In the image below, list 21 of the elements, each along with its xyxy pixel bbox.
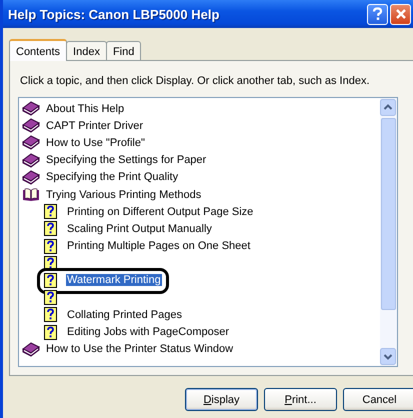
window-title: Help Topics: Canon LBP5000 Help xyxy=(8,6,220,22)
tree-item[interactable]: Watermark Printing xyxy=(66,274,162,286)
dialog-button[interactable]: Cancel xyxy=(343,388,413,411)
dialog-button[interactable]: Display xyxy=(185,388,258,411)
tree-item[interactable]: Printing Multiple Pages on One Sheet xyxy=(66,240,252,252)
tree-item[interactable]: Printing on Different Output Page Size xyxy=(66,206,254,218)
tree-item[interactable]: Editing Jobs with PageComposer xyxy=(66,326,230,338)
tab[interactable]: Contents xyxy=(9,39,68,61)
tree-item[interactable]: Specifying the Settings for Paper xyxy=(45,154,208,166)
tab[interactable]: Find xyxy=(106,41,142,60)
tab[interactable]: Index xyxy=(66,41,107,60)
tree-item[interactable]: Collating Printed Pages xyxy=(66,308,183,321)
tree-item[interactable]: CAPT Printer Driver xyxy=(45,120,144,132)
tree-item[interactable]: How to Use "Profile" xyxy=(45,136,146,149)
tree-item[interactable]: Specifying the Print Quality xyxy=(45,171,180,184)
tree-item[interactable]: Scaling Print Output Manually xyxy=(66,222,213,235)
tree-item[interactable]: How to Use the Printer Status Window xyxy=(45,343,234,356)
tree-item[interactable]: Trying Various Printing Methods xyxy=(45,188,202,201)
instruction-text: Click a topic, and then click Display. Or click another tab, such as Index. xyxy=(20,75,371,87)
tree-item[interactable]: About This Help xyxy=(45,102,126,115)
dialog-button[interactable]: Print... xyxy=(264,388,337,411)
